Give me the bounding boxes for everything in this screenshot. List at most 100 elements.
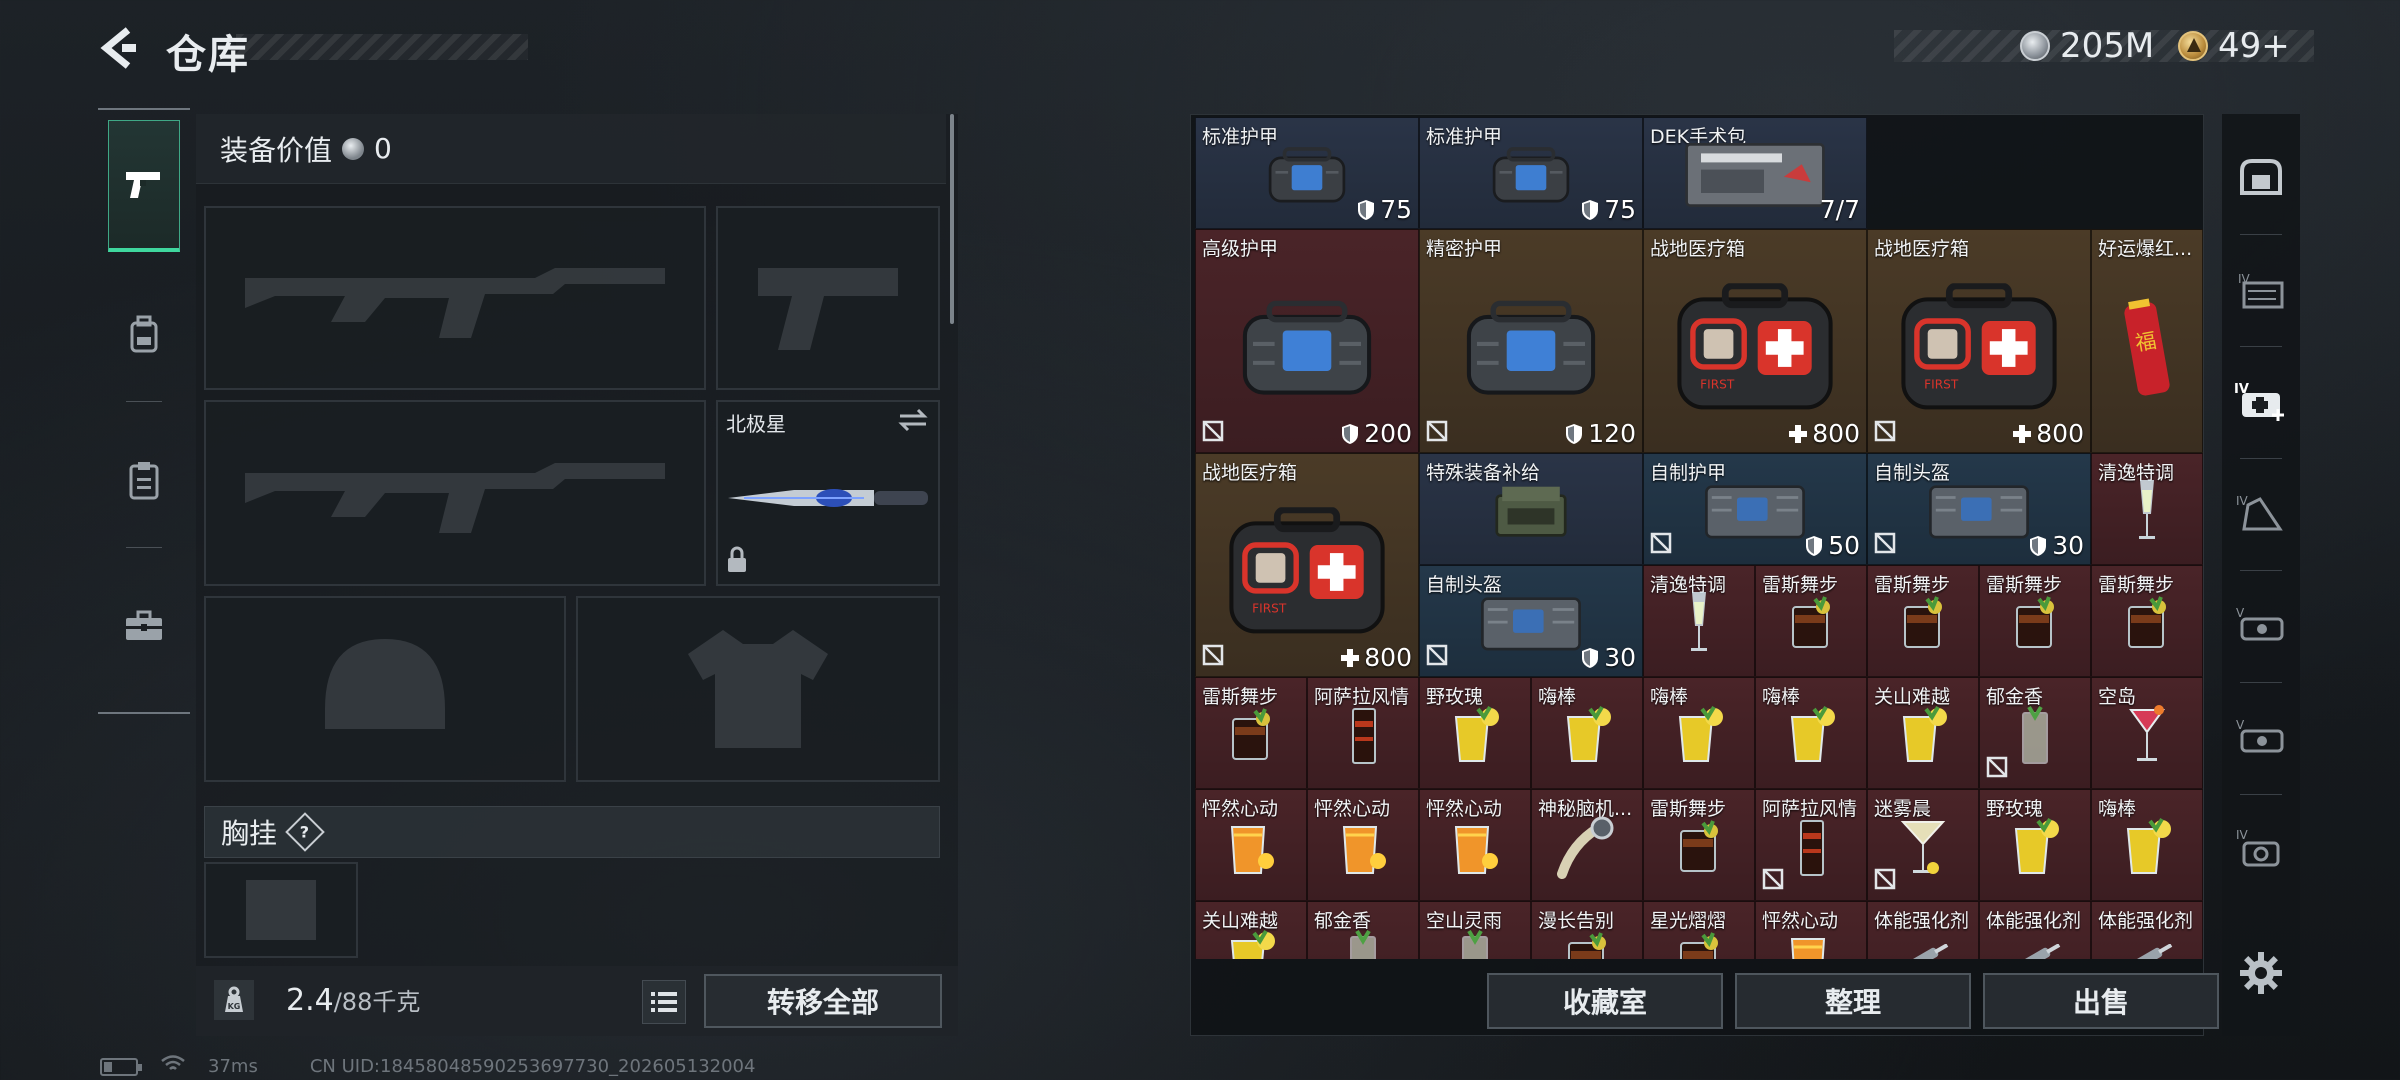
backpack-icon [130,315,158,353]
silver-coin-icon [2020,31,2050,61]
cola-item-icon [2009,595,2061,655]
equipment-value-bar: 装备价值 0 [196,114,946,184]
user-uid: CN UID:18458048590253697730_202605132004 [309,1056,756,1077]
storage-item-name: 精密护甲 [1426,238,1503,260]
storage-item-cell[interactable]: 空山灵雨 [1419,901,1531,959]
storage-item-cell[interactable]: 郁金香 [1307,901,1419,959]
vest-item-icon [1925,480,2033,547]
storage-item-cell[interactable]: 怦然心动 [1755,901,1867,959]
storage-item-cell[interactable]: 精密护甲 120 [1419,229,1643,453]
storage-item-cell[interactable]: 怦然心动 [1419,789,1531,901]
storage-item-cell[interactable]: 体能强化剂 [1979,901,2091,959]
melee-slot[interactable]: 北极星 [716,400,940,586]
storage-item-cell[interactable]: 阿萨拉风情 [1755,789,1867,901]
storage-item-cell[interactable]: 战地医疗箱 FIRST 800 [1643,229,1867,453]
loadout-panel: 装备价值 0 北极星 胸挂 ? [196,114,958,1036]
back-arrow-icon[interactable] [98,26,138,70]
primary-weapon-slot-2[interactable] [204,400,706,586]
storage-item-cell[interactable]: 阿萨拉风情 [1307,677,1419,789]
storage-item-cell[interactable]: 清逸特调 [2091,453,2203,565]
uninsurable-icon [1426,420,1448,446]
lemon-item-icon [2008,817,2062,881]
transfer-all-button[interactable]: 转移全部 [704,974,942,1028]
iv-folder-icon[interactable]: IV [2230,258,2292,320]
storage-item-cell[interactable]: 雷斯舞步 [1643,789,1755,901]
pistol-icon [126,171,160,198]
nav-item-chest-rig[interactable] [108,414,180,548]
storage-item-cell[interactable]: 嗨棒 [1643,677,1755,789]
loadout-scrollbar[interactable] [950,114,954,324]
storage-item-cell[interactable]: 怦然心动 [1195,789,1307,901]
storage-item-cell[interactable]: 迷雾晨 [1867,789,1979,901]
storage-item-cell[interactable]: 关山难越 [1867,677,1979,789]
v-vehicle-icon[interactable]: V [2230,594,2292,656]
help-icon[interactable]: ? [285,812,325,852]
storage-category-rail: IV IV IV V V IV [2222,114,2300,1036]
storage-item-cell[interactable]: 自制护甲 50 [1643,453,1867,565]
body-armor-slot[interactable] [576,596,940,782]
primary-weapon-slot-1[interactable] [204,206,706,390]
collection-room-button[interactable]: 收藏室 [1487,973,1723,1029]
settings-gear-icon[interactable] [2238,950,2284,996]
pistol-slot[interactable] [716,206,940,390]
storage-item-name: 体能强化剂 [1874,910,1970,932]
uninsurable-icon [1874,868,1896,894]
storage-item-cell[interactable]: 雷斯舞步 [1195,677,1307,789]
iv-medkit-icon[interactable]: IV [2230,370,2292,432]
storage-item-cell[interactable]: 神秘脑机... [1531,789,1643,901]
storage-item-cell[interactable]: 空岛 [2091,677,2203,789]
storage-item-cell[interactable]: 怦然心动 [1307,789,1419,901]
storage-item-cell[interactable]: 体能强化剂 [2091,901,2203,959]
storage-item-cell[interactable]: 好运爆红... 福 [2091,229,2203,453]
swap-arrows-icon[interactable] [898,408,928,436]
storage-item-cell[interactable]: 嗨棒 [1531,677,1643,789]
storage-item-cell[interactable]: 雷斯舞步 [1755,565,1867,677]
storage-item-cell[interactable]: 战地医疗箱 FIRST 800 [1195,453,1419,677]
storage-item-stat-value: 50 [1828,531,1860,560]
nav-item-secure-case[interactable] [108,560,180,692]
nav-item-backpack[interactable] [108,268,180,402]
storage-item-cell[interactable]: 雷斯舞步 [1979,565,2091,677]
safe-box-icon[interactable] [2230,146,2292,208]
storage-item-name: 雷斯舞步 [2098,574,2175,596]
storage-item-cell[interactable]: 漫长告别 [1531,901,1643,959]
iv-gear-icon[interactable]: IV [2230,818,2292,880]
v-vehicle-2-icon[interactable]: V [2230,706,2292,768]
storage-item-cell[interactable]: DEK手术包 7/7 [1643,117,1867,229]
currency-coins[interactable]: 205M [2020,26,2154,66]
nav-bracket-top [98,108,190,110]
chest-rig-slot[interactable] [204,862,358,958]
storage-item-cell[interactable]: 野玫瑰 [1979,789,2091,901]
storage-item-cell[interactable]: 雷斯舞步 [1867,565,1979,677]
nav-item-weapons[interactable] [108,120,180,252]
storage-item-cell[interactable]: 嗨棒 [1755,677,1867,789]
storage-item-cell[interactable]: 标准护甲 75 [1195,117,1419,229]
weight-readout: 2.4/88千克 [286,982,420,1018]
storage-item-cell[interactable]: 高级护甲 200 [1195,229,1419,453]
helmet-slot[interactable] [204,596,566,782]
storage-item-cell[interactable]: 自制头盔 30 [1419,565,1643,677]
orange-item-icon [1448,817,1502,881]
storage-item-cell[interactable]: 特殊装备补给 [1419,453,1643,565]
currency-tokens[interactable]: 49+ [2178,26,2290,66]
storage-item-cell[interactable]: 郁金香 [1979,677,2091,789]
storage-item-cell[interactable]: 战地医疗箱 FIRST 800 [1867,229,2091,453]
storage-item-stat: 50 [1805,531,1860,560]
storage-item-cell[interactable]: 雷斯舞步 [2091,565,2203,677]
storage-item-cell[interactable]: 体能强化剂 [1867,901,1979,959]
storage-item-cell[interactable]: 清逸特调 [1643,565,1755,677]
storage-item-cell[interactable]: 标准护甲 75 [1419,117,1643,229]
storage-item-cell[interactable]: 自制头盔 30 [1867,453,2091,565]
sort-button[interactable]: 整理 [1735,973,1971,1029]
storage-item-cell[interactable]: 星光熠熠 [1643,901,1755,959]
storage-item-cell[interactable]: 野玫瑰 [1419,677,1531,789]
uninsurable-icon [1650,532,1672,558]
nav-bracket-bottom [98,712,190,714]
storage-item-cell[interactable]: 关山难越 [1195,901,1307,959]
martini-item-icon [1899,814,1947,884]
sell-button[interactable]: 出售 [1983,973,2219,1029]
uninsurable-icon [1202,420,1224,446]
storage-item-cell[interactable]: 嗨棒 [2091,789,2203,901]
list-view-button[interactable] [642,980,686,1024]
iv-armor-icon[interactable]: IV [2230,482,2292,544]
